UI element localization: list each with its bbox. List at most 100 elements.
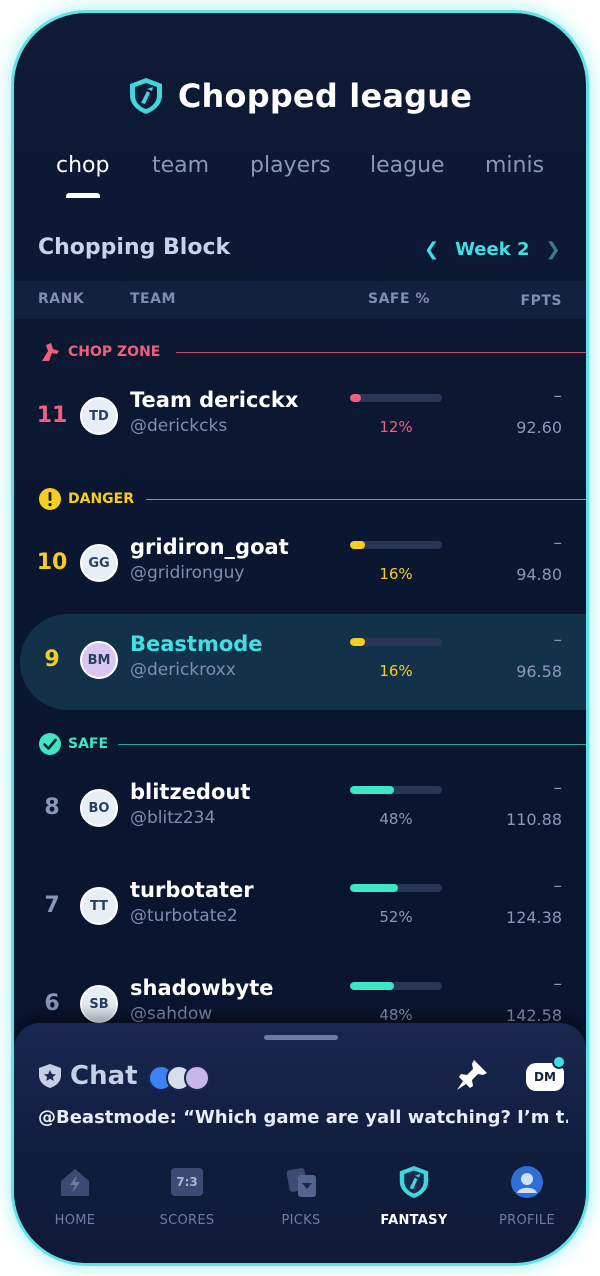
team-name: gridiron_goat: [130, 535, 289, 559]
safe-bar: [350, 541, 442, 549]
avatar: TT: [80, 887, 118, 925]
week-label: Week 2: [455, 239, 530, 260]
fpts-value: 110.88: [506, 810, 562, 829]
team-handle: @derickroxx: [130, 660, 236, 680]
active-tab-indicator: [66, 193, 100, 198]
projected-dash: –: [553, 974, 563, 994]
nav-profile[interactable]: PROFILE: [472, 1165, 582, 1228]
avatar: TD: [80, 397, 118, 435]
app-header: Chopped league: [14, 73, 586, 119]
column-team: TEAM: [130, 291, 176, 307]
pin-icon[interactable]: [454, 1057, 490, 1093]
team-row-current-user[interactable]: 9 BM Beastmode @derickroxx 16% – 96.58: [20, 614, 586, 710]
safe-percent: 52%: [379, 908, 413, 926]
section-title: Chopping Block: [38, 235, 231, 260]
chat-sheet[interactable]: Chat DM @Beastmode: “Which game are yall…: [14, 1023, 586, 1263]
avatar: SB: [80, 985, 118, 1023]
team-name: shadowbyte: [130, 976, 274, 1000]
chevron-right-icon[interactable]: ❯: [545, 239, 560, 260]
rank-number: 7: [44, 893, 60, 918]
tab-league[interactable]: league: [370, 153, 445, 178]
shield-star-icon: [39, 1064, 61, 1088]
avatar: [184, 1065, 210, 1091]
safe-bar-fill: [350, 541, 365, 549]
column-fpts: FPTS: [520, 293, 562, 309]
team-handle: @turbotate2: [130, 906, 238, 926]
projected-dash: –: [553, 778, 563, 798]
avatar: GG: [80, 544, 118, 582]
chop-zone-divider: [176, 352, 586, 353]
team-handle: @gridironguy: [130, 563, 245, 583]
tab-chop[interactable]: chop: [56, 153, 109, 178]
unread-indicator: [552, 1055, 566, 1069]
projected-dash: –: [553, 630, 563, 650]
safe-bar-fill: [350, 394, 362, 402]
chop-player-icon: [42, 343, 59, 361]
rank-number: 10: [36, 550, 68, 575]
fpts-value: 92.60: [516, 418, 562, 437]
team-handle: @blitz234: [130, 808, 216, 828]
app-screen: Chopped league chop team players league …: [14, 13, 586, 1263]
league-shield-icon: [129, 78, 162, 114]
team-row[interactable]: 8 BO blitzedout @blitz234 48% – 110.88: [14, 762, 586, 858]
profile-avatar-icon: [511, 1166, 543, 1198]
nav-scores[interactable]: 7:3 SCORES: [132, 1165, 242, 1228]
rank-number: 11: [36, 403, 68, 428]
safe-bar: [350, 394, 442, 402]
safe-bar: [350, 884, 442, 892]
safe-bar: [350, 638, 442, 646]
fantasy-shield-icon: [399, 1166, 429, 1198]
safe-zone-header: SAFE: [38, 732, 108, 756]
safe-zone-divider: [118, 744, 586, 745]
table-header: RANK TEAM SAFE % FPTS: [14, 281, 586, 319]
tab-players[interactable]: players: [250, 153, 331, 178]
safe-bar-fill: [350, 982, 395, 990]
nav-home[interactable]: HOME: [20, 1165, 130, 1228]
picks-icon: [286, 1168, 316, 1197]
safe-percent: 48%: [379, 810, 413, 828]
scoreboard-icon: 7:3: [171, 1168, 203, 1196]
safe-bar: [350, 982, 442, 990]
team-row[interactable]: 10 GG gridiron_goat @gridironguy 16% – 9…: [14, 517, 586, 613]
nav-fantasy[interactable]: FANTASY: [359, 1165, 469, 1228]
safe-percent: 12%: [379, 418, 413, 436]
check-circle-icon: [39, 733, 61, 755]
chop-zone-header: CHOP ZONE: [38, 340, 160, 364]
projected-dash: –: [553, 876, 563, 896]
team-name: Team dericckx: [130, 388, 299, 412]
team-row[interactable]: 7 TT turbotater @turbotate2 52% – 124.38: [14, 860, 586, 956]
team-name: turbotater: [130, 878, 254, 902]
avatar: BO: [80, 789, 118, 827]
column-safe: SAFE %: [368, 291, 430, 307]
chevron-left-icon[interactable]: ❮: [424, 239, 439, 260]
tab-bar: chop team players league minis: [14, 153, 586, 203]
drag-handle[interactable]: [264, 1035, 338, 1040]
chat-header[interactable]: Chat: [38, 1061, 138, 1091]
rank-number: 6: [44, 991, 60, 1016]
rank-number: 8: [44, 795, 60, 820]
projected-dash: –: [553, 533, 563, 553]
team-row[interactable]: 11 TD Team dericckx @derickcks 12% – 92.…: [14, 370, 586, 466]
projected-dash: –: [553, 386, 563, 406]
fpts-value: 96.58: [516, 662, 562, 681]
tab-team[interactable]: team: [152, 153, 209, 178]
team-name: blitzedout: [130, 780, 251, 804]
safe-percent: 16%: [379, 565, 413, 583]
fpts-value: 124.38: [506, 908, 562, 927]
column-rank: RANK: [38, 291, 85, 307]
safe-percent: 16%: [379, 662, 413, 680]
danger-zone-header: DANGER: [38, 487, 134, 511]
chat-title: Chat: [70, 1061, 138, 1091]
safe-bar-fill: [350, 786, 395, 794]
week-selector: ❮ Week 2 ❯: [424, 239, 561, 260]
page-title: Chopped league: [177, 77, 473, 115]
chat-participants: [148, 1065, 220, 1093]
safe-bar: [350, 786, 442, 794]
home-icon: [61, 1169, 89, 1196]
nav-picks[interactable]: PICKS: [246, 1165, 356, 1228]
team-handle: @sahdow: [130, 1004, 213, 1024]
latest-chat-message[interactable]: @Beastmode: “Which game are yall watchin…: [38, 1107, 568, 1128]
tab-minis[interactable]: minis: [485, 153, 544, 178]
team-name: Beastmode: [130, 632, 263, 656]
avatar: BM: [80, 641, 118, 679]
